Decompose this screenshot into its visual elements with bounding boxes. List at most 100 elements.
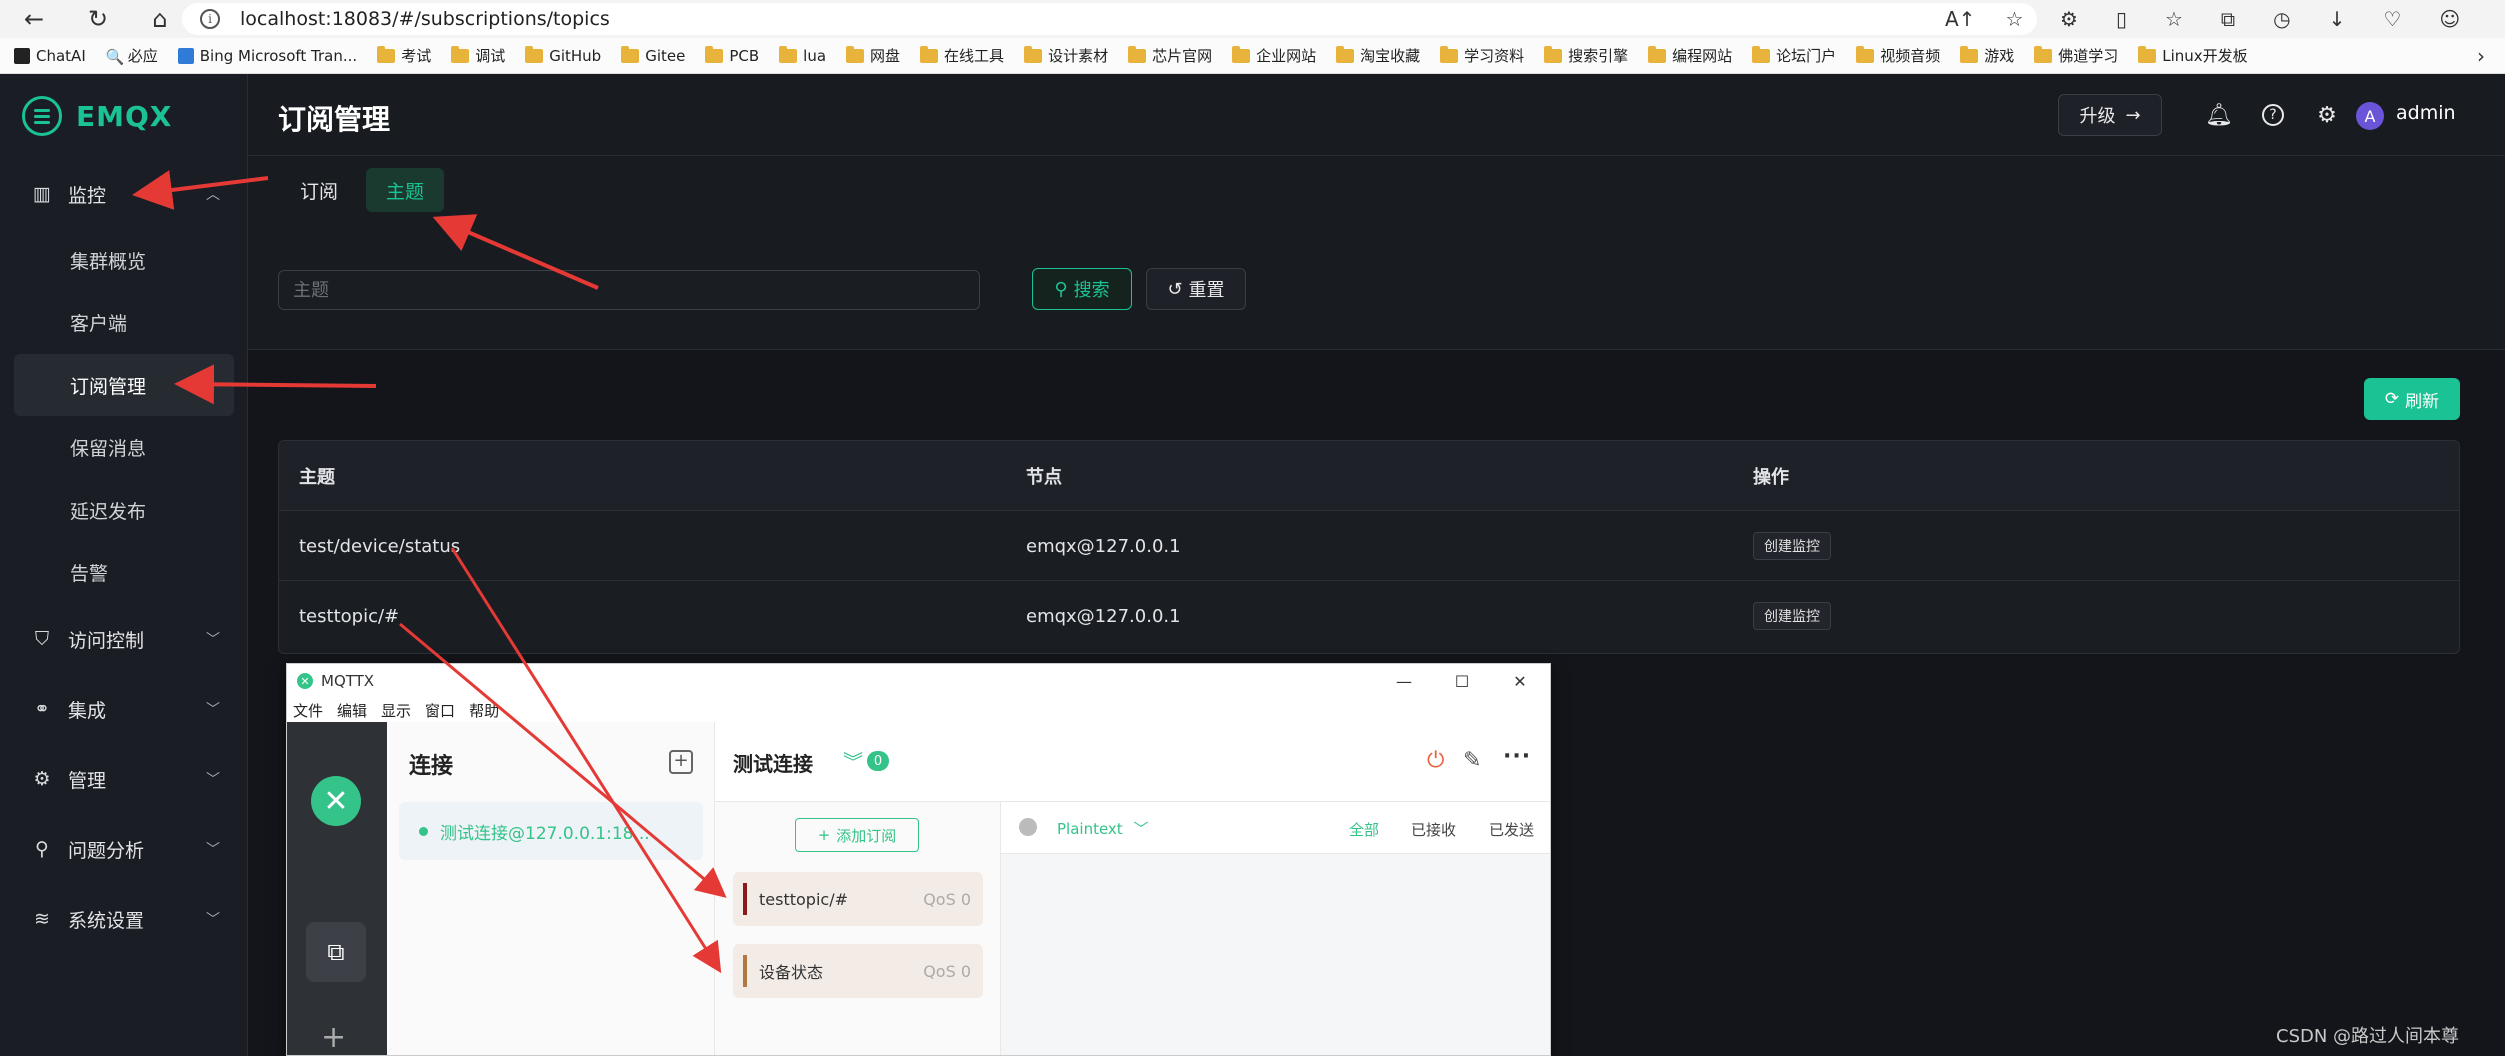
info-icon[interactable]: i <box>200 9 220 29</box>
read-aloud-icon[interactable]: A↑ <box>1945 7 1975 31</box>
bookmark-folder[interactable]: lua <box>779 45 826 65</box>
connection-item[interactable]: 测试连接@127.0.0.1:18... <box>399 802 703 860</box>
bell-icon[interactable]: 🔔︎ <box>2205 102 2233 128</box>
favorite-star-icon[interactable]: ☆ <box>2005 7 2023 31</box>
bookmark-folder[interactable]: PCB <box>705 45 759 65</box>
help-icon[interactable]: ? <box>2260 102 2286 128</box>
more-icon[interactable]: ··· <box>1503 744 1531 769</box>
bookmark-folder[interactable]: Linux开发板 <box>2138 45 2248 66</box>
sidebar-item-subscriptions[interactable]: 订阅管理 <box>14 354 234 416</box>
bookmark-folder[interactable]: GitHub <box>525 45 601 65</box>
search-button[interactable]: ⚲ 搜索 <box>1032 268 1132 310</box>
sidebar-item-settings[interactable]: ≋ 系统设置 ﹀ <box>0 891 248 947</box>
sidebar: EMQX ▥ 监控 ︿ 集群概览 客户端 订阅管理 保留消息 延迟发布 告警 ⛉… <box>0 74 248 1056</box>
bookmark-chatai[interactable]: ChatAI <box>14 47 86 65</box>
add-subscription-button[interactable]: + 添加订阅 <box>795 818 919 852</box>
history-icon[interactable]: ◷ <box>2273 7 2290 31</box>
download-icon[interactable]: ↓ <box>2329 7 2346 31</box>
maximize-icon[interactable]: ☐ <box>1433 664 1491 698</box>
extension-icon[interactable]: ⚙ <box>2060 7 2078 31</box>
new-connection-icon[interactable]: + <box>321 1020 346 1055</box>
folder-icon <box>1752 45 1771 63</box>
topic-cell: testtopic/# <box>299 605 400 627</box>
filter-sent[interactable]: 已发送 <box>1489 819 1534 840</box>
subscription-item[interactable]: 设备状态 QoS 0 <box>733 944 983 998</box>
create-monitor-button[interactable]: 创建监控 <box>1753 532 1831 560</box>
tab-subscriptions[interactable]: 订阅 <box>280 168 358 212</box>
avatar[interactable]: A <box>2356 102 2384 130</box>
bookmarks-more-icon[interactable]: › <box>2477 38 2485 74</box>
connections-icon[interactable]: ⧉ <box>306 922 366 982</box>
create-monitor-button[interactable]: 创建监控 <box>1753 602 1831 630</box>
menu-view[interactable]: 显示 <box>381 700 411 721</box>
bookmark-folder[interactable]: 学习资料 <box>1440 45 1524 66</box>
sidebar-item-integration[interactable]: ⚭ 集成 ﹀ <box>0 681 248 737</box>
menu-edit[interactable]: 编辑 <box>337 700 367 721</box>
bookmark-folder[interactable]: 编程网站 <box>1648 45 1732 66</box>
arrow-right-icon: → <box>2125 104 2141 126</box>
bookmark-folder[interactable]: 视频音频 <box>1856 45 1940 66</box>
bookmark-folder[interactable]: 游戏 <box>1960 45 2014 66</box>
disconnect-icon[interactable]: ⏻ <box>1427 748 1444 773</box>
collections-icon[interactable]: ⧉ <box>2221 7 2235 31</box>
gear-icon[interactable]: ⚙ <box>2314 102 2340 128</box>
bookmark-folder[interactable]: 佛道学习 <box>2034 45 2118 66</box>
folder-icon <box>1544 45 1563 63</box>
reset-button[interactable]: ↺ 重置 <box>1146 268 1246 310</box>
home-icon[interactable]: ⌂ <box>140 0 180 38</box>
close-icon[interactable]: ✕ <box>1491 664 1549 698</box>
mqttx-menubar: 文件 编辑 显示 窗口 帮助 <box>287 698 1550 722</box>
shield-icon: ⛉ <box>34 628 50 650</box>
message-toolbar: Plaintext ﹀ 全部 已接收 已发送 <box>1001 802 1550 854</box>
bookmark-folder[interactable]: 设计素材 <box>1024 45 1108 66</box>
sidebar-item-cluster-overview[interactable]: 集群概览 <box>14 229 234 291</box>
user-name[interactable]: admin <box>2396 102 2456 124</box>
sidebar-item-clients[interactable]: 客户端 <box>14 291 234 353</box>
menu-help[interactable]: 帮助 <box>469 700 499 721</box>
mqttx-logo-icon: ✕ <box>311 776 361 826</box>
sidebar-item-delayed[interactable]: 延迟发布 <box>14 479 234 541</box>
bookmark-folder[interactable]: Gitee <box>621 45 685 65</box>
bookmark-folder[interactable]: 搜索引擎 <box>1544 45 1628 66</box>
bookmark-folder[interactable]: 淘宝收藏 <box>1336 45 1420 66</box>
filter-received[interactable]: 已接收 <box>1411 819 1456 840</box>
bookmark-bing-translator[interactable]: Bing Microsoft Tran... <box>177 47 357 65</box>
upgrade-button[interactable]: 升级 → <box>2058 94 2162 136</box>
minimize-icon[interactable]: — <box>1375 664 1433 698</box>
chevron-up-icon: ︿ <box>206 187 220 203</box>
tab-topics[interactable]: 主题 <box>366 168 445 212</box>
bookmark-folder[interactable]: 芯片官网 <box>1128 45 1212 66</box>
bookmark-bing[interactable]: 🔍 必应 <box>106 45 158 66</box>
add-connection-icon[interactable]: + <box>669 750 693 774</box>
sidebar-item-alarms[interactable]: 告警 <box>14 541 234 603</box>
back-icon[interactable]: ← <box>14 0 54 38</box>
edit-icon[interactable]: ✎ <box>1463 748 1481 773</box>
sidebar-item-retained[interactable]: 保留消息 <box>14 416 234 478</box>
emqx-logo[interactable]: EMQX <box>22 96 172 136</box>
filter-all[interactable]: 全部 <box>1349 819 1379 840</box>
split-screen-icon[interactable]: ▯ <box>2116 7 2127 31</box>
address-bar[interactable]: i localhost:18083/#/subscriptions/topics <box>182 3 2037 35</box>
favorites-icon[interactable]: ☆ <box>2165 7 2183 31</box>
bookmark-folder[interactable]: 企业网站 <box>1232 45 1316 66</box>
payload-format-select[interactable]: Plaintext ﹀ <box>1057 818 1148 839</box>
sidebar-item-diagnose[interactable]: ⚲ 问题分析 ﹀ <box>0 821 248 877</box>
reset-icon: ↺ <box>1167 278 1183 300</box>
menu-file[interactable]: 文件 <box>293 700 323 721</box>
reload-icon[interactable]: ↻ <box>78 0 118 38</box>
sidebar-item-management[interactable]: ⚙ 管理 ﹀ <box>0 751 248 807</box>
double-chevron-down-icon[interactable]: ︾ <box>843 746 863 775</box>
menu-window[interactable]: 窗口 <box>425 700 455 721</box>
bookmark-folder[interactable]: 调试 <box>451 45 505 66</box>
sidebar-item-monitor[interactable]: ▥ 监控 ︿ <box>0 166 248 222</box>
profile-icon[interactable]: ☺ <box>2439 7 2460 31</box>
performance-icon[interactable]: ♡ <box>2383 7 2401 31</box>
bookmark-folder[interactable]: 考试 <box>377 45 431 66</box>
bookmark-folder[interactable]: 论坛门户 <box>1752 45 1836 66</box>
sidebar-item-access-control[interactable]: ⛉ 访问控制 ﹀ <box>0 611 248 667</box>
refresh-button[interactable]: ⟳ 刷新 <box>2364 378 2460 420</box>
bookmark-folder[interactable]: 网盘 <box>846 45 900 66</box>
subscription-item[interactable]: testtopic/# QoS 0 <box>733 872 983 926</box>
bookmark-folder[interactable]: 在线工具 <box>920 45 1004 66</box>
topic-search-input[interactable] <box>278 270 980 310</box>
